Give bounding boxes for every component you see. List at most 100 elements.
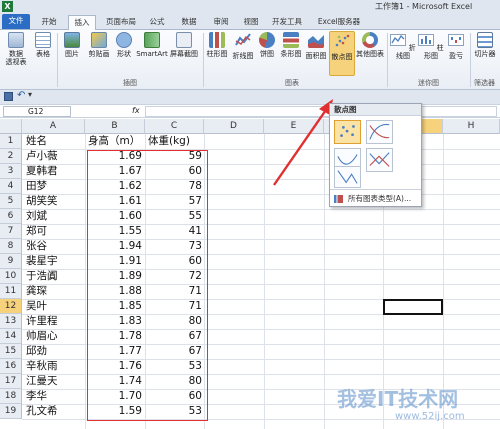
pie-chart-button[interactable]: 饼图 (256, 32, 278, 58)
group-label-illustrations: 插图 (123, 79, 137, 87)
selected-cell-g12[interactable] (383, 299, 443, 315)
row-header[interactable]: 2 (0, 149, 22, 164)
cell-name[interactable]: 吴叶 (26, 299, 84, 314)
tab-review[interactable]: 审阅 (208, 15, 234, 30)
row-header[interactable]: 3 (0, 164, 22, 179)
other-charts-button[interactable]: 其他图表 (356, 32, 384, 58)
all-chart-types-link[interactable]: 所有图表类型(A)... (330, 189, 421, 207)
row-header[interactable]: 16 (0, 359, 22, 374)
watermark: 我爱IT技术网 www.52ij.com (315, 381, 500, 429)
cell-name[interactable]: 夏韩君 (26, 164, 84, 179)
smartart-button[interactable]: SmartArt (136, 32, 168, 58)
cell-name[interactable]: 孔文希 (26, 404, 84, 419)
clipart-button[interactable]: 剪贴画 (86, 32, 112, 58)
sparkline-winloss-button[interactable]: 盈亏 (445, 32, 467, 60)
tab-data[interactable]: 数据 (176, 15, 202, 30)
tab-excel-server[interactable]: Excel服务器 (312, 15, 366, 30)
ribbon-separator (387, 33, 388, 87)
shapes-button[interactable]: 形状 (113, 32, 135, 58)
column-header-b[interactable]: B (85, 119, 145, 134)
tab-view[interactable]: 视图 (238, 15, 264, 30)
cell-weight[interactable]: 体重(kg) (148, 134, 204, 149)
tab-home[interactable]: 开始 (36, 15, 62, 30)
row-header[interactable]: 10 (0, 269, 22, 284)
cell-name[interactable]: 帅眉心 (26, 329, 84, 344)
cell-name[interactable]: 江曼天 (26, 374, 84, 389)
column-header-h[interactable]: H (443, 119, 500, 134)
scatter-smooth-markers-option[interactable] (366, 120, 393, 144)
cell-name[interactable]: 李华 (26, 389, 84, 404)
tab-developer[interactable]: 开发工具 (268, 15, 306, 30)
sparkline-line-button[interactable]: 折线图 (390, 32, 416, 60)
scatter-straight-option[interactable] (334, 166, 361, 188)
row-header[interactable]: 11 (0, 284, 22, 299)
row-header[interactable]: 13 (0, 314, 22, 329)
screenshot-button[interactable]: 屏幕截图 (169, 32, 199, 58)
table-button[interactable]: 表格 (32, 32, 54, 58)
column-header-d[interactable]: D (204, 119, 264, 134)
pie-chart-icon (259, 32, 275, 48)
row-header[interactable]: 5 (0, 194, 22, 209)
scatter-chart-icon (335, 34, 350, 47)
line-chart-button[interactable]: 折线图 (231, 32, 255, 60)
tab-page-layout[interactable]: 页面布局 (102, 15, 140, 30)
scatter-smooth-markers-icon (369, 123, 390, 140)
tab-insert[interactable]: 插入 (68, 15, 96, 31)
row-header[interactable]: 6 (0, 209, 22, 224)
undo-icon[interactable]: ↶ (17, 90, 25, 101)
column-header-a[interactable]: A (22, 119, 85, 134)
row-header[interactable]: 8 (0, 239, 22, 254)
row-header[interactable]: 14 (0, 329, 22, 344)
area-chart-icon (308, 35, 324, 48)
fx-icon[interactable]: fx (132, 106, 140, 115)
select-all-corner[interactable] (0, 119, 22, 134)
cell-name[interactable]: 裴星宇 (26, 254, 84, 269)
row-header[interactable]: 1 (0, 134, 22, 149)
cell-height[interactable]: 身高（m） (88, 134, 144, 149)
scatter-chart-button[interactable]: 散点图 (329, 31, 355, 76)
picture-button[interactable]: 图片 (60, 32, 84, 58)
area-chart-button[interactable]: 面积图 (304, 32, 328, 60)
table-icon (35, 32, 51, 48)
row-header[interactable]: 4 (0, 179, 22, 194)
row-header[interactable]: 17 (0, 374, 22, 389)
all-charts-icon (334, 195, 343, 203)
tab-formulas[interactable]: 公式 (144, 15, 170, 30)
cell-name[interactable]: 龚琛 (26, 284, 84, 299)
scatter-only-markers-option[interactable] (334, 120, 361, 144)
row-header[interactable]: 15 (0, 344, 22, 359)
column-chart-button[interactable]: 柱形图 (205, 32, 229, 58)
cell-name[interactable]: 许里程 (26, 314, 84, 329)
tab-file[interactable]: 文件 (2, 14, 30, 29)
row-header[interactable]: 7 (0, 224, 22, 239)
scatter-straight-markers-option[interactable] (366, 148, 393, 172)
sparkline-column-button[interactable]: 柱形图 (418, 32, 444, 60)
slicer-icon (477, 32, 493, 48)
save-icon[interactable] (4, 92, 13, 101)
cell-name[interactable]: 卢小薇 (26, 149, 84, 164)
cell-name[interactable]: 田梦 (26, 179, 84, 194)
cell-name[interactable]: 邱劲 (26, 344, 84, 359)
donut-chart-icon (362, 32, 378, 48)
pivot-table-button[interactable]: 数据 透视表 (2, 32, 30, 66)
cell-name[interactable]: 刘斌 (26, 209, 84, 224)
row-header[interactable]: 19 (0, 404, 22, 419)
cell-name[interactable]: 胡笑笑 (26, 194, 84, 209)
watermark-text: 我爱IT技术网 (337, 387, 459, 411)
cell-name[interactable]: 于浩阗 (26, 269, 84, 284)
highlight-rectangle (87, 150, 208, 421)
cell-name[interactable]: 张谷 (26, 239, 84, 254)
row-header[interactable]: 18 (0, 389, 22, 404)
chevron-down-icon[interactable]: ▾ (28, 90, 32, 99)
row-header[interactable]: 12 (0, 299, 22, 314)
name-box[interactable]: G12 (3, 106, 71, 117)
bar-chart-button[interactable]: 条形图 (279, 32, 303, 58)
slicer-button[interactable]: 切片器 (472, 32, 498, 58)
row-header[interactable]: 9 (0, 254, 22, 269)
sparkline-line-icon (390, 34, 407, 46)
excel-logo-icon[interactable]: X (2, 1, 13, 12)
cell-name[interactable]: 辛秋雨 (26, 359, 84, 374)
column-header-c[interactable]: C (145, 119, 204, 134)
cell-name[interactable]: 郑可 (26, 224, 84, 239)
cell-name[interactable]: 姓名 (26, 134, 84, 149)
